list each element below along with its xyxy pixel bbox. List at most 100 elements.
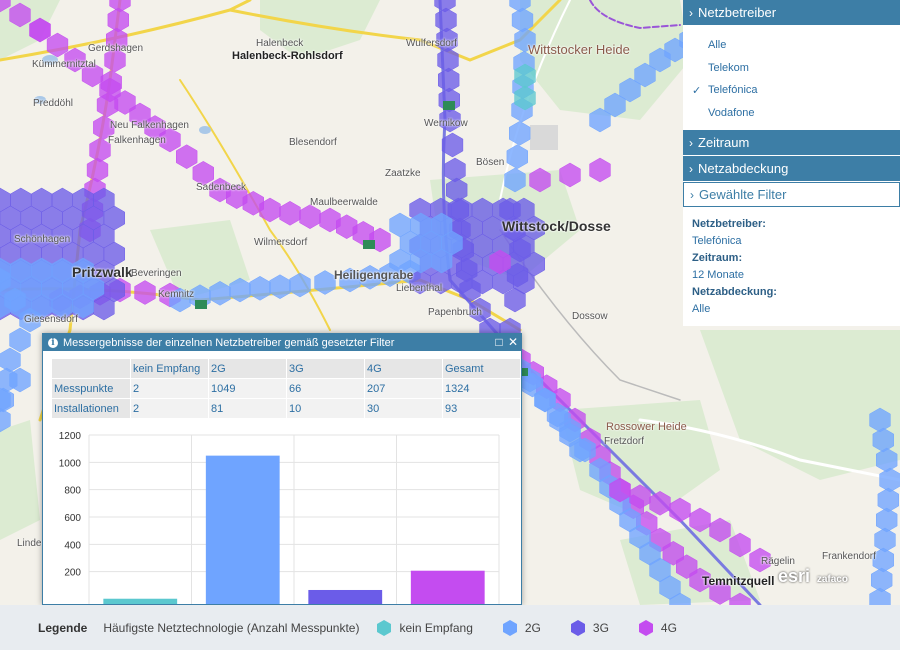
place-label-area: Rossower Heide	[606, 421, 687, 433]
hexagon-icon	[502, 619, 517, 636]
operator-option-alle[interactable]: Alle	[683, 34, 900, 57]
results-dialog: i Messergebnisse der einzelnen Netzbetre…	[42, 333, 522, 605]
place-label: Papenbruch	[428, 307, 482, 318]
legend-label: kein Empfang	[399, 620, 473, 635]
place-label: Halenbeck	[256, 38, 304, 49]
table-cell: 1049	[208, 378, 287, 399]
legend-subtitle: Häufigste Netztechnologie (Anzahl Messpu…	[103, 620, 360, 635]
place-label: Schönhagen	[14, 234, 71, 245]
operator-option-telekom[interactable]: Telekom	[683, 57, 900, 80]
zafaco-logo-text: zafaco	[816, 574, 848, 585]
legend-label: 2G	[524, 620, 541, 635]
info-icon: i	[48, 337, 58, 348]
place-label: Sadenbeck	[196, 182, 247, 193]
maximize-icon[interactable]: □	[493, 336, 505, 348]
y-tick-label: 600	[64, 513, 81, 524]
place-label: Wilmersdorf	[254, 237, 308, 248]
option-label: Telefónica	[708, 84, 758, 97]
column-header: 2G	[208, 358, 287, 379]
place-label: Preddöhl	[33, 98, 74, 109]
section-gewaehlte-filter-header[interactable]: › Gewählte Filter	[683, 182, 900, 207]
place-label: Giesensdorf	[24, 314, 78, 325]
operator-list: Alle Telekom ✓ Telefónica Vodafone	[683, 26, 900, 130]
dialog-title: Messergebnisse der einzelnen Netzbetreib…	[63, 336, 395, 349]
esri-logo-text: esri	[778, 566, 811, 586]
table-cell: 1324	[442, 378, 521, 399]
results-bar-chart: 200 400 600 800 1000 1200	[59, 431, 500, 604]
section-netzabdeckung-header[interactable]: › Netzabdeckung	[683, 156, 900, 181]
option-label: Alle	[708, 39, 727, 52]
place-label: Wulfersdorf	[406, 38, 457, 49]
table-row: Messpunkte 2 1049 66 207 1324	[51, 378, 521, 399]
place-label: Wernikow	[424, 118, 468, 129]
close-icon[interactable]: ✕	[507, 336, 519, 348]
filter-value: Alle	[692, 303, 711, 315]
filter-label: Zeitraum:	[692, 252, 743, 264]
filter-label: Netzabdeckung:	[692, 286, 777, 298]
y-tick-label: 400	[64, 540, 81, 551]
table-corner-cell	[51, 358, 131, 379]
legend-item: 3G	[570, 619, 609, 636]
hexagon-icon	[570, 619, 585, 636]
legend-item: kein Empfang	[377, 619, 473, 636]
place-label: Beveringen	[131, 268, 182, 279]
table-cell: 30	[364, 398, 443, 419]
place-label: Falkenhagen	[108, 135, 166, 146]
table-cell: 2	[130, 378, 209, 399]
y-tick-label: 800	[64, 486, 81, 497]
hexagon-icon	[377, 619, 392, 636]
place-label: Dossow	[572, 311, 608, 322]
y-tick-label: 1000	[59, 458, 82, 469]
place-label: Bösen	[476, 157, 505, 168]
chevron-right-icon: ›	[690, 187, 694, 202]
place-label: Pritzwalk	[72, 264, 133, 280]
table-cell: 207	[364, 378, 443, 399]
row-header: Messpunkte	[51, 378, 131, 399]
place-label: Kümmernitztal	[32, 59, 96, 70]
esri-zafaco-logo: esri zafaco	[778, 566, 848, 587]
place-label: Halenbeck-Rohlsdorf	[232, 50, 343, 62]
selected-filter-summary: Netzbetreiber: Telefónica Zeitraum: 12 M…	[683, 208, 900, 326]
section-title: Zeitraum	[698, 135, 750, 150]
chevron-right-icon: ›	[689, 5, 693, 20]
checkmark-icon: ✓	[692, 84, 702, 97]
place-label-area: Wittstocker Heide	[528, 42, 630, 57]
chevron-right-icon: ›	[689, 135, 693, 150]
filter-value: Telefónica	[692, 235, 742, 247]
section-title: Gewählte Filter	[699, 187, 787, 202]
legend-label: 3G	[592, 620, 609, 635]
column-header: kein Empfang	[130, 358, 209, 379]
place-label: Heiligengrabe	[334, 268, 414, 282]
place-label: Maulbeerwalde	[310, 197, 378, 208]
chart-bar	[308, 589, 383, 604]
place-label: Blesendorf	[289, 137, 337, 148]
operator-option-vodafone[interactable]: Vodafone	[683, 102, 900, 125]
operator-option-telefonica[interactable]: ✓ Telefónica	[683, 79, 900, 102]
filter-value: 12 Monate	[692, 269, 744, 281]
dialog-titlebar[interactable]: i Messergebnisse der einzelnen Netzbetre…	[43, 334, 521, 351]
place-label: Frankendorf	[822, 551, 876, 562]
built-area	[530, 125, 558, 150]
section-zeitraum-header[interactable]: › Zeitraum	[683, 130, 900, 155]
filter-label: Netzbetreiber:	[692, 218, 766, 230]
legend-label: 4G	[660, 620, 677, 635]
place-label: Zaatzke	[385, 168, 421, 179]
place-label: Liebenthal	[396, 283, 443, 294]
filter-sidebar: › Netzbetreiber Alle Telekom ✓ Telefónica…	[683, 0, 900, 326]
chart-bar	[205, 455, 280, 604]
hexagon-icon	[638, 619, 653, 636]
section-title: Netzbetreiber	[698, 5, 777, 20]
column-header: Gesamt	[442, 358, 521, 379]
section-netzbetreiber-header[interactable]: › Netzbetreiber	[683, 0, 900, 25]
y-tick-label: 1200	[59, 431, 82, 442]
y-tick-label: 200	[64, 568, 81, 579]
results-table: kein Empfang 2G 3G 4G Gesamt Messpunkte …	[51, 358, 521, 419]
row-header: Installationen	[51, 398, 131, 419]
table-cell: 2	[130, 398, 209, 419]
legend-bar: Legende Häufigste Netztechnologie (Anzah…	[0, 605, 900, 650]
table-cell: 81	[208, 398, 287, 419]
legend-item: 4G	[638, 619, 677, 636]
place-label: Wittstock/Dosse	[502, 218, 611, 234]
table-cell: 66	[286, 378, 365, 399]
place-label: Temnitzquell	[702, 574, 775, 588]
